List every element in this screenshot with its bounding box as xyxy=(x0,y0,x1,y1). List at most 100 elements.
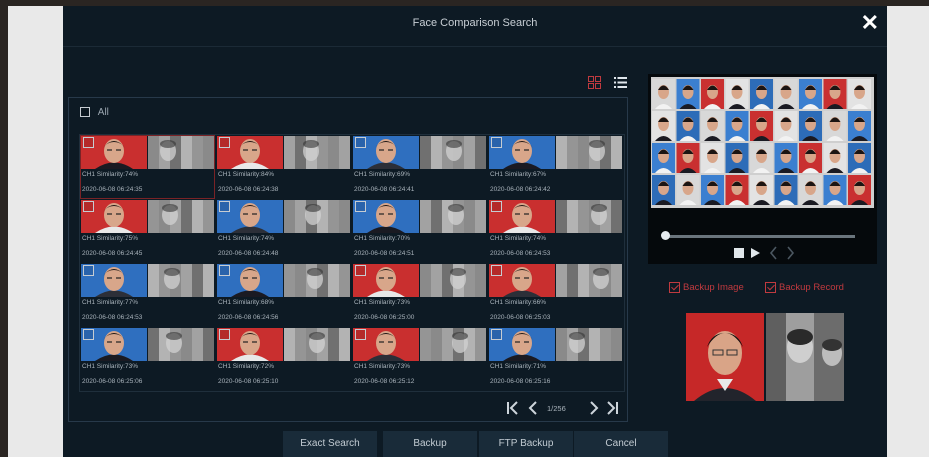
next-page-icon[interactable] xyxy=(588,400,600,421)
result-checkbox[interactable] xyxy=(491,329,502,340)
result-grid: CH1 Similarity:74% 2020-06-08 06:24:35 C… xyxy=(79,134,625,392)
list-view-icon[interactable] xyxy=(614,76,627,94)
playback-slider[interactable] xyxy=(661,231,855,240)
result-card[interactable]: CH1 Similarity:69% 2020-06-08 06:24:41 xyxy=(352,135,487,199)
result-checkbox[interactable] xyxy=(83,265,94,276)
result-card[interactable]: CH1 Similarity:72% 2020-06-08 06:25:10 xyxy=(216,327,351,391)
results-panel: All CH1 Similarity:74% 2020-06-08 06:24:… xyxy=(68,97,628,422)
scene-thumbnail xyxy=(148,328,214,361)
result-thumbnails xyxy=(217,264,350,297)
selected-face-detail xyxy=(686,313,844,401)
similarity-caption: CH1 Similarity:68% xyxy=(218,299,274,306)
result-checkbox[interactable] xyxy=(219,137,230,148)
result-card[interactable]: CH1 Similarity:84% 2020-06-08 06:24:38 xyxy=(216,135,351,199)
exact-search-button[interactable]: Exact Search xyxy=(283,431,377,457)
similarity-caption: CH1 Similarity:73% xyxy=(354,299,410,306)
result-checkbox[interactable] xyxy=(83,137,94,148)
result-thumbnails xyxy=(489,136,622,169)
capture-time: 2020-06-08 06:25:16 xyxy=(490,378,551,385)
result-checkbox[interactable] xyxy=(355,201,366,212)
result-card[interactable]: CH1 Similarity:74% 2020-06-08 06:24:53 xyxy=(488,199,623,263)
capture-time: 2020-06-08 06:24:48 xyxy=(218,250,279,257)
result-checkbox[interactable] xyxy=(491,265,502,276)
ftp-backup-button[interactable]: FTP Backup xyxy=(479,431,573,457)
backup-image-checkbox[interactable] xyxy=(669,282,680,293)
backup-button[interactable]: Backup xyxy=(383,431,477,457)
result-card[interactable]: CH1 Similarity:66% 2020-06-08 06:25:03 xyxy=(488,263,623,327)
result-checkbox[interactable] xyxy=(355,265,366,276)
prev-page-icon[interactable] xyxy=(527,400,539,421)
face-comparison-dialog: Face Comparison Search ✕ All CH1 Similar… xyxy=(63,6,887,457)
scene-thumbnail xyxy=(556,200,622,233)
capture-time: 2020-06-08 06:24:41 xyxy=(354,186,415,193)
similarity-caption: CH1 Similarity:73% xyxy=(354,363,410,370)
capture-time: 2020-06-08 06:25:12 xyxy=(354,378,415,385)
similarity-caption: CH1 Similarity:84% xyxy=(218,171,274,178)
result-checkbox[interactable] xyxy=(219,201,230,212)
backup-image-option[interactable]: Backup Image xyxy=(669,282,744,293)
preview-image xyxy=(651,77,874,208)
result-card[interactable]: CH1 Similarity:73% 2020-06-08 06:25:06 xyxy=(80,327,215,391)
result-card[interactable]: CH1 Similarity:75% 2020-06-08 06:24:45 xyxy=(80,199,215,263)
result-card[interactable]: CH1 Similarity:74% 2020-06-08 06:24:35 xyxy=(80,135,215,199)
next-frame-icon[interactable] xyxy=(785,246,795,265)
capture-time: 2020-06-08 06:25:06 xyxy=(82,378,143,385)
result-checkbox[interactable] xyxy=(83,329,94,340)
result-thumbnails xyxy=(489,328,622,361)
result-card[interactable]: CH1 Similarity:68% 2020-06-08 06:24:56 xyxy=(216,263,351,327)
scene-thumbnail xyxy=(556,328,622,361)
backup-record-option[interactable]: Backup Record xyxy=(765,282,844,293)
result-checkbox[interactable] xyxy=(355,329,366,340)
stop-icon[interactable] xyxy=(733,246,745,265)
similarity-caption: CH1 Similarity:72% xyxy=(218,363,274,370)
similarity-caption: CH1 Similarity:74% xyxy=(218,235,274,242)
result-checkbox[interactable] xyxy=(491,137,502,148)
dialog-title: Face Comparison Search xyxy=(412,17,538,29)
select-all-checkbox[interactable] xyxy=(80,107,90,118)
scene-thumbnail xyxy=(148,200,214,233)
result-checkbox[interactable] xyxy=(219,265,230,276)
scene-thumbnail xyxy=(420,200,486,233)
scene-thumbnail xyxy=(148,136,214,169)
result-checkbox[interactable] xyxy=(219,329,230,340)
capture-time: 2020-06-08 06:24:53 xyxy=(82,314,143,321)
result-card[interactable]: CH1 Similarity:67% 2020-06-08 06:24:42 xyxy=(488,135,623,199)
capture-time: 2020-06-08 06:24:45 xyxy=(82,250,143,257)
result-card[interactable]: CH1 Similarity:77% 2020-06-08 06:24:53 xyxy=(80,263,215,327)
result-checkbox[interactable] xyxy=(83,201,94,212)
result-thumbnails xyxy=(217,328,350,361)
result-card[interactable]: CH1 Similarity:74% 2020-06-08 06:24:48 xyxy=(216,199,351,263)
result-card[interactable]: CH1 Similarity:70% 2020-06-08 06:24:51 xyxy=(352,199,487,263)
result-thumbnails xyxy=(353,264,486,297)
result-card[interactable]: CH1 Similarity:73% 2020-06-08 06:25:12 xyxy=(352,327,487,391)
grid-view-icon[interactable] xyxy=(588,76,601,94)
result-card[interactable]: CH1 Similarity:71% 2020-06-08 06:25:16 xyxy=(488,327,623,391)
result-thumbnails xyxy=(81,328,214,361)
capture-time: 2020-06-08 06:25:10 xyxy=(218,378,279,385)
result-card[interactable]: CH1 Similarity:73% 2020-06-08 06:25:00 xyxy=(352,263,487,327)
first-page-icon[interactable] xyxy=(506,400,520,421)
capture-time: 2020-06-08 06:24:53 xyxy=(490,250,551,257)
similarity-caption: CH1 Similarity:74% xyxy=(82,171,138,178)
similarity-caption: CH1 Similarity:70% xyxy=(354,235,410,242)
backup-record-checkbox[interactable] xyxy=(765,282,776,293)
result-thumbnails xyxy=(81,136,214,169)
playback-slider-knob[interactable] xyxy=(661,231,670,240)
prev-frame-icon[interactable] xyxy=(769,246,779,265)
scene-thumbnail xyxy=(284,136,350,169)
cancel-button[interactable]: Cancel xyxy=(574,431,668,457)
backup-record-label: Backup Record xyxy=(779,282,844,294)
capture-time: 2020-06-08 06:24:35 xyxy=(82,186,143,193)
play-icon[interactable] xyxy=(749,246,761,265)
capture-time: 2020-06-08 06:24:42 xyxy=(490,186,551,193)
result-thumbnails xyxy=(489,200,622,233)
close-icon[interactable]: ✕ xyxy=(861,11,879,35)
result-checkbox[interactable] xyxy=(355,137,366,148)
last-page-icon[interactable] xyxy=(605,400,619,421)
result-checkbox[interactable] xyxy=(491,201,502,212)
similarity-caption: CH1 Similarity:77% xyxy=(82,299,138,306)
similarity-caption: CH1 Similarity:75% xyxy=(82,235,138,242)
capture-time: 2020-06-08 06:24:56 xyxy=(218,314,279,321)
select-all-row: All xyxy=(80,107,109,118)
scene-thumbnail xyxy=(284,200,350,233)
